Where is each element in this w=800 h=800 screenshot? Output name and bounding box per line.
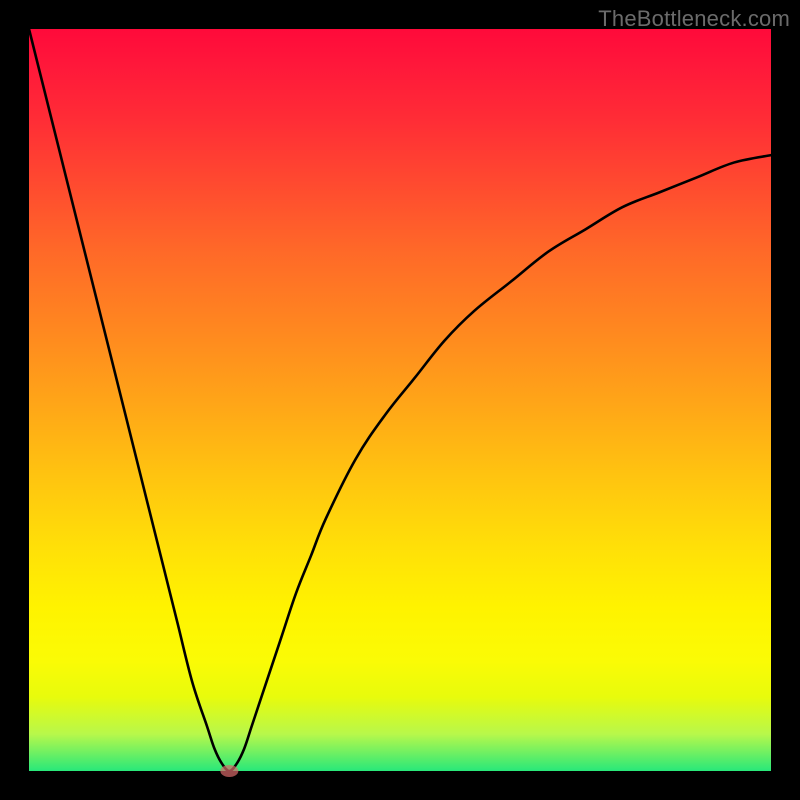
chart-frame: TheBottleneck.com bbox=[0, 0, 800, 800]
plot-area bbox=[29, 29, 771, 771]
optimal-marker bbox=[220, 765, 238, 777]
curve-path bbox=[29, 29, 771, 771]
bottleneck-curve bbox=[29, 29, 771, 771]
